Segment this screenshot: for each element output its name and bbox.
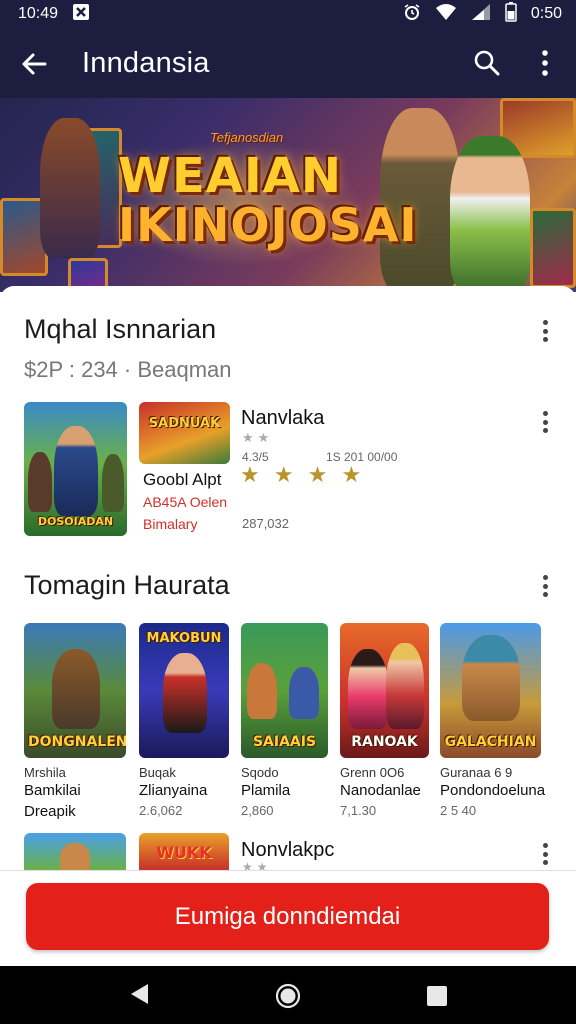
cta-container: Eumiga donndiemdai	[0, 871, 576, 966]
game-thumbnail[interactable]	[24, 833, 126, 870]
app-bar: Inndansia	[0, 28, 576, 98]
more-vert-icon[interactable]	[537, 573, 553, 599]
thumbnail-character	[54, 426, 98, 516]
game-thumbnail[interactable]: GALACHIAN	[440, 623, 541, 758]
page-title: Inndansia	[82, 47, 210, 79]
game-card-sub: 2 5 40	[440, 803, 477, 818]
thumbnail-caption: MAKOBUN	[146, 631, 222, 646]
more-vert-icon[interactable]	[534, 48, 556, 78]
thumbnail-caption: WUKK	[156, 843, 212, 862]
game-thumbnail[interactable]: DONGNALEN	[24, 623, 126, 758]
thumbnail-caption: SADNUAK	[148, 416, 221, 431]
rating-stars: ★ ★ ★ ★	[240, 462, 366, 487]
nav-back-icon[interactable]	[128, 982, 150, 1011]
banner-tagline: Tefjanosdian	[210, 130, 284, 145]
banner-poster	[530, 208, 576, 288]
thumbnail-caption: SAIAAIS	[252, 734, 317, 750]
banner-character	[450, 136, 530, 292]
game-card-sub: Dreapik	[24, 803, 76, 820]
featured-tag: Bimalary	[143, 516, 198, 532]
status-bar: 10:49 0:50	[0, 0, 576, 28]
more-vert-icon[interactable]	[537, 409, 553, 435]
banner-character	[40, 118, 100, 258]
thumbnail-character	[386, 643, 424, 729]
more-vert-icon[interactable]	[537, 318, 553, 344]
game-card-title: Bamkilai	[24, 782, 81, 799]
featured-title: Nanvlaka	[241, 407, 325, 429]
notification-icon	[72, 3, 90, 26]
status-time: 10:49	[18, 5, 59, 22]
system-nav-bar	[0, 966, 576, 1024]
game-card-title: Nanodanlae	[340, 782, 421, 799]
featured-size: 287,032	[242, 516, 289, 531]
thumbnail-character	[462, 635, 520, 721]
thumbnail-character	[102, 454, 124, 512]
game-thumbnail[interactable]: SAIAAIS	[241, 623, 328, 758]
section-title: Mqhal Isnnarian	[24, 314, 217, 344]
thumbnail-caption: DOSOIADAN	[37, 515, 114, 528]
section-title: Tomagin Haurata	[24, 570, 230, 600]
game-card-meta: Guranaa 6 9	[440, 765, 513, 780]
alarm-icon	[403, 3, 421, 26]
nav-home-icon[interactable]	[275, 983, 301, 1014]
thumbnail-caption: RANOAK	[351, 734, 418, 750]
game-card-meta: Sqodo	[241, 765, 279, 780]
game-card-sub: 2.6,062	[139, 803, 183, 818]
game-thumbnail[interactable]: SADNUAK	[139, 402, 230, 464]
game-thumbnail[interactable]: MAKOBUN	[139, 623, 229, 758]
thumbnail-character	[28, 452, 52, 512]
game-thumbnail[interactable]: DOSOIADAN	[24, 402, 127, 536]
game-card-sub: 2,860	[241, 803, 274, 818]
section-subtitle: $2P : 234 · Beaqman	[24, 357, 232, 382]
thumbnail-character	[52, 649, 100, 729]
featured-tag: AB45A Oelen	[143, 494, 228, 510]
battery-icon	[505, 1, 517, 27]
game-card-meta: Grenn 0O6	[340, 765, 405, 780]
featured-title: Nonvlakpc	[241, 839, 335, 861]
game-thumbnail[interactable]: RANOAK	[340, 623, 429, 758]
primary-action-button[interactable]: Eumiga donndiemdai	[26, 883, 549, 950]
game-card-meta: Mrshila	[24, 765, 66, 780]
banner-logo-line1: WEAIAN	[118, 148, 343, 204]
hero-banner[interactable]: Tefjanosdian WEAIAN IKINOJOSAI	[0, 98, 576, 292]
featured-name: Goobl Alpt	[143, 470, 222, 489]
battery-text: 0:50	[530, 5, 562, 22]
game-card-title: Pondondoeluna	[440, 782, 546, 799]
thumbnail-character	[348, 649, 388, 729]
game-card-title: Zlianyaina	[139, 782, 208, 799]
thumbnail-caption: GALACHIAN	[444, 734, 537, 750]
wifi-icon	[435, 3, 457, 26]
banner-logo-line2: IKINOJOSAI	[118, 198, 418, 252]
nav-recents-icon[interactable]	[426, 985, 448, 1012]
thumbnail-character	[60, 843, 90, 870]
game-card-sub: 7,1.30	[340, 803, 377, 818]
search-icon[interactable]	[472, 48, 502, 78]
signal-icon	[471, 3, 491, 26]
game-card-meta: Buqak	[139, 765, 176, 780]
thumbnail-character	[163, 653, 207, 733]
thumbnail-character	[289, 667, 319, 719]
thumbnail-caption: DONGNALEN	[28, 734, 126, 750]
thumbnail-character	[247, 663, 277, 719]
game-thumbnail[interactable]: WUKK	[139, 833, 229, 870]
arrow-back-icon[interactable]	[20, 50, 48, 78]
more-vert-icon[interactable]	[537, 841, 553, 867]
game-card-title: Plamila	[241, 782, 291, 799]
rating-stars: ★★	[242, 430, 274, 445]
